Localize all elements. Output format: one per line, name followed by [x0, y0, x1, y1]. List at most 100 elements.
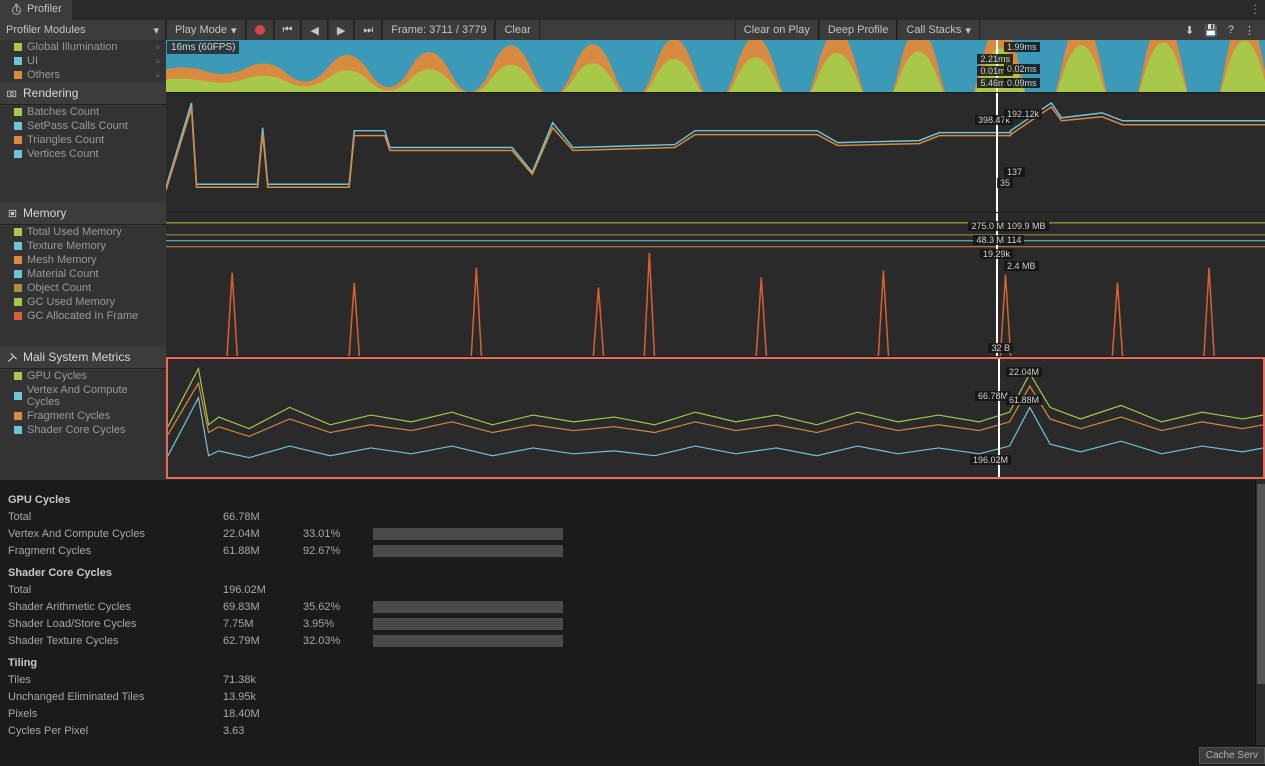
swatch-icon: [14, 57, 22, 65]
context-menu-icon[interactable]: ⋮: [1244, 24, 1255, 37]
legend-item[interactable]: Others≡: [0, 68, 166, 82]
module-header[interactable]: Memory: [0, 202, 166, 225]
help-icon[interactable]: ?: [1228, 24, 1234, 36]
value-label: 196.02M: [970, 455, 1011, 465]
clear-button[interactable]: Clear: [495, 20, 539, 40]
value-label: 35: [997, 178, 1013, 188]
swatch-icon: [14, 298, 22, 306]
row-bar: [373, 545, 563, 557]
row-value: 3.63: [223, 725, 303, 737]
value-label: 109.9 MB: [1004, 221, 1049, 231]
detail-row: Tiles71.38k: [8, 671, 1257, 688]
swatch-icon: [14, 372, 22, 380]
legend-item[interactable]: Shader Core Cycles: [0, 423, 166, 437]
step-back-button[interactable]: ◀: [301, 20, 327, 40]
play-mode-dropdown[interactable]: Play Mode ▾: [166, 20, 246, 40]
drag-handle-icon[interactable]: ≡: [155, 57, 160, 66]
legend-item[interactable]: GPU Cycles: [0, 369, 166, 383]
legend-label: Fragment Cycles: [27, 410, 110, 422]
row-percent: 35.62%: [303, 601, 373, 613]
row-name: Vertex And Compute Cycles: [8, 528, 223, 540]
legend-label: Shader Core Cycles: [27, 424, 125, 436]
module-header[interactable]: Mali System Metrics: [0, 346, 166, 369]
legend-label: Mesh Memory: [27, 254, 97, 266]
tab-bar: Profiler: [0, 0, 1265, 20]
profiler-modules-dropdown[interactable]: Profiler Modules ▾: [0, 20, 166, 40]
legend-item[interactable]: GC Allocated In Frame: [0, 309, 166, 323]
row-value: 18.40M: [223, 708, 303, 720]
load-icon[interactable]: ⬇: [1185, 24, 1194, 37]
clear-on-play-toggle[interactable]: Clear on Play: [735, 20, 819, 40]
value-label: 192.12k: [1004, 109, 1042, 119]
skip-forward-icon: ⏭: [363, 24, 373, 37]
legend-label: GC Used Memory: [27, 296, 115, 308]
value-label: 61.88M: [1006, 395, 1042, 405]
row-name: Total: [8, 584, 223, 596]
record-button[interactable]: [246, 20, 274, 40]
frame-indicator: Frame: 3711 / 3779: [382, 20, 495, 40]
scrollbar[interactable]: [1255, 480, 1265, 745]
legend-item[interactable]: Total Used Memory: [0, 225, 166, 239]
legend-item[interactable]: Fragment Cycles: [0, 409, 166, 423]
legend-item[interactable]: Vertices Count: [0, 147, 166, 161]
legend-item[interactable]: Batches Count: [0, 105, 166, 119]
legend-item[interactable]: Texture Memory: [0, 239, 166, 253]
legend-item[interactable]: Material Count: [0, 267, 166, 281]
swatch-icon: [14, 108, 22, 116]
legend-item[interactable]: GC Used Memory: [0, 295, 166, 309]
legend-item[interactable]: SetPass Calls Count: [0, 119, 166, 133]
legend-item[interactable]: Object Count: [0, 281, 166, 295]
step-forward-button[interactable]: ▶: [328, 20, 354, 40]
row-bar: [373, 618, 563, 630]
detail-row: Shader Texture Cycles62.79M32.03%: [8, 632, 1257, 649]
swatch-icon: [14, 256, 22, 264]
legend-item[interactable]: Vertex And Compute Cycles: [0, 383, 166, 409]
row-name: Tiles: [8, 674, 223, 686]
row-name: Fragment Cycles: [8, 545, 223, 557]
chart-cpu[interactable]: 16ms (60FPS) 2.21ms 0.01ms 5.46ms 1.99ms…: [166, 40, 1265, 93]
window-menu-icon[interactable]: ⋮: [1249, 2, 1261, 16]
row-percent: 92.67%: [303, 545, 373, 557]
playhead[interactable]: [996, 93, 998, 212]
scroll-thumb[interactable]: [1257, 484, 1265, 684]
tab-profiler[interactable]: Profiler: [0, 0, 72, 20]
detail-row: Total66.78M: [8, 508, 1257, 525]
profiler-modules-label: Profiler Modules: [6, 24, 85, 36]
record-icon: [255, 25, 265, 35]
chart-area[interactable]: 16ms (60FPS) 2.21ms 0.01ms 5.46ms 1.99ms…: [166, 40, 1265, 480]
chart-rendering[interactable]: 398.47k 35 192.12k 137: [166, 93, 1265, 213]
cache-server-button[interactable]: Cache Serv: [1199, 747, 1265, 764]
section-title: Tiling: [8, 657, 1257, 669]
save-icon[interactable]: 💾: [1204, 24, 1218, 37]
clear-label: Clear: [504, 24, 530, 36]
value-label: 0.02ms: [1004, 64, 1040, 74]
legend-label: Total Used Memory: [27, 226, 122, 238]
frame-label: Frame: 3711 / 3779: [391, 24, 486, 36]
drag-handle-icon[interactable]: ≡: [155, 71, 160, 80]
tab-label: Profiler: [27, 3, 62, 15]
legend-item[interactable]: Mesh Memory: [0, 253, 166, 267]
drag-handle-icon[interactable]: ≡: [155, 43, 160, 52]
legend-item[interactable]: UI≡: [0, 54, 166, 68]
row-name: Total: [8, 511, 223, 523]
deep-profile-toggle[interactable]: Deep Profile: [819, 20, 898, 40]
legend-item[interactable]: Triangles Count: [0, 133, 166, 147]
call-stacks-dropdown[interactable]: Call Stacks▾: [897, 20, 980, 40]
clear-on-play-label: Clear on Play: [744, 24, 810, 36]
camera-icon: [6, 87, 19, 100]
swatch-icon: [14, 426, 22, 434]
module-header[interactable]: Rendering: [0, 82, 166, 105]
chart-memory[interactable]: 275.0 MB 48.3 MB 19.29k 32 B 109.9 MB 11…: [166, 213, 1265, 357]
detail-row: Pixels18.40M: [8, 705, 1257, 722]
swatch-icon: [14, 228, 22, 236]
row-value: 71.38k: [223, 674, 303, 686]
swatch-icon: [14, 122, 22, 130]
skip-back-icon: ⏮: [283, 24, 293, 37]
detail-row: Fragment Cycles61.88M92.67%: [8, 542, 1257, 559]
chart-mali[interactable]: 66.78M 196.02M 22.04M 61.88M: [166, 357, 1265, 479]
swatch-icon: [14, 150, 22, 158]
prev-frame-button[interactable]: ⏮: [274, 20, 302, 40]
legend-label: Material Count: [27, 268, 99, 280]
next-frame-button[interactable]: ⏭: [354, 20, 382, 40]
legend-item[interactable]: Global Illumination≡: [0, 40, 166, 54]
